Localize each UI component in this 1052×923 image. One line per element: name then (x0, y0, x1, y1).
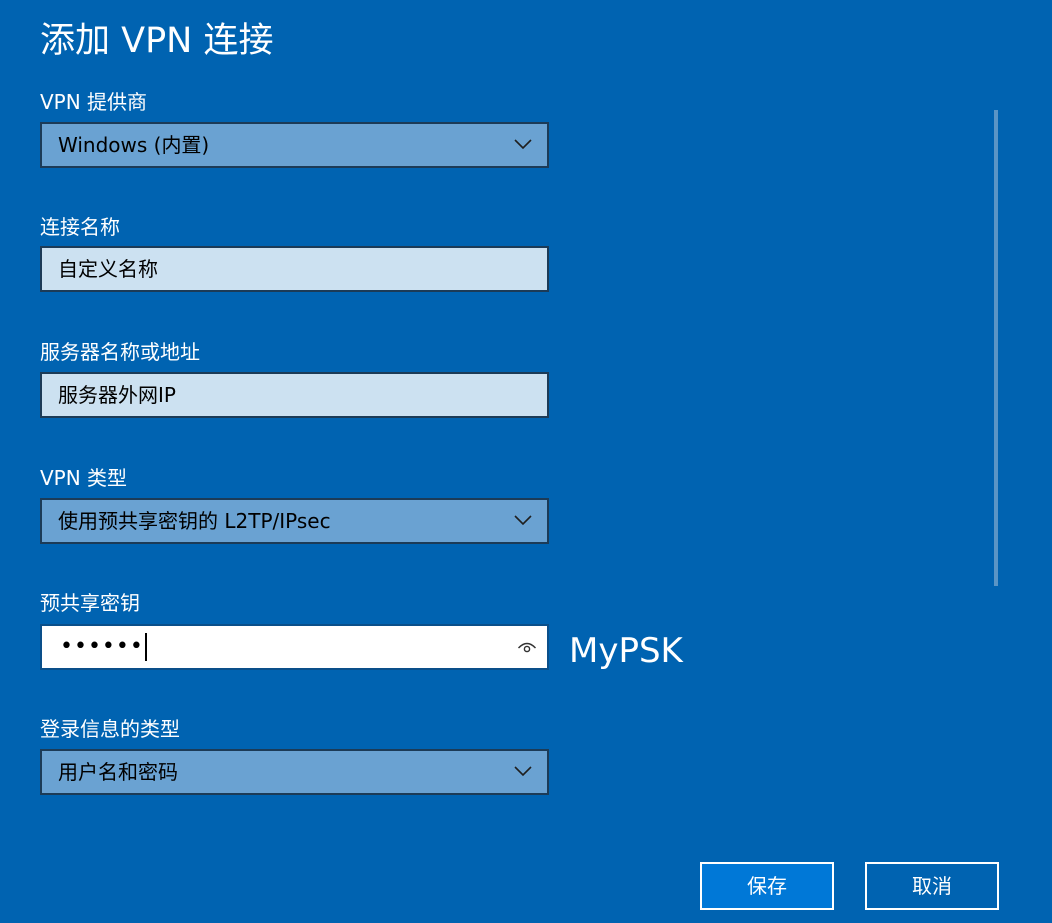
connection-name-label: 连接名称 (40, 215, 120, 239)
text-caret (144, 633, 147, 661)
vpn-type-label: VPN 类型 (40, 466, 128, 490)
preshared-key-input[interactable]: •••••• (40, 624, 549, 670)
vertical-scrollbar[interactable] (994, 110, 998, 586)
server-address-value: 服务器外网IP (58, 383, 176, 407)
chevron-down-icon (514, 766, 532, 777)
signin-type-value: 用户名和密码 (58, 760, 178, 784)
save-button[interactable]: 保存 (700, 862, 834, 910)
eye-icon[interactable] (517, 638, 537, 656)
chevron-down-icon (514, 139, 532, 150)
signin-type-select[interactable]: 用户名和密码 (40, 749, 549, 795)
dialog-title: 添加 VPN 连接 (40, 21, 274, 61)
connection-name-value: 自定义名称 (58, 257, 158, 281)
vpn-provider-value: Windows (内置) (58, 133, 210, 157)
server-address-label: 服务器名称或地址 (40, 340, 200, 364)
preshared-key-masked-value: •••••• (60, 626, 147, 668)
preshared-key-label: 预共享密钥 (40, 591, 140, 615)
connection-name-input[interactable]: 自定义名称 (40, 246, 549, 292)
server-address-input[interactable]: 服务器外网IP (40, 372, 549, 418)
cancel-button[interactable]: 取消 (865, 862, 999, 910)
chevron-down-icon (514, 515, 532, 526)
vpn-type-select[interactable]: 使用预共享密钥的 L2TP/IPsec (40, 498, 549, 544)
add-vpn-connection-dialog: 添加 VPN 连接 VPN 提供商 Windows (内置) 连接名称 自定义名… (0, 0, 1052, 923)
psk-annotation-text: MyPSK (569, 631, 683, 671)
vpn-provider-label: VPN 提供商 (40, 90, 148, 114)
vpn-type-value: 使用预共享密钥的 L2TP/IPsec (58, 509, 331, 533)
vpn-provider-select[interactable]: Windows (内置) (40, 122, 549, 168)
signin-type-label: 登录信息的类型 (40, 717, 180, 741)
